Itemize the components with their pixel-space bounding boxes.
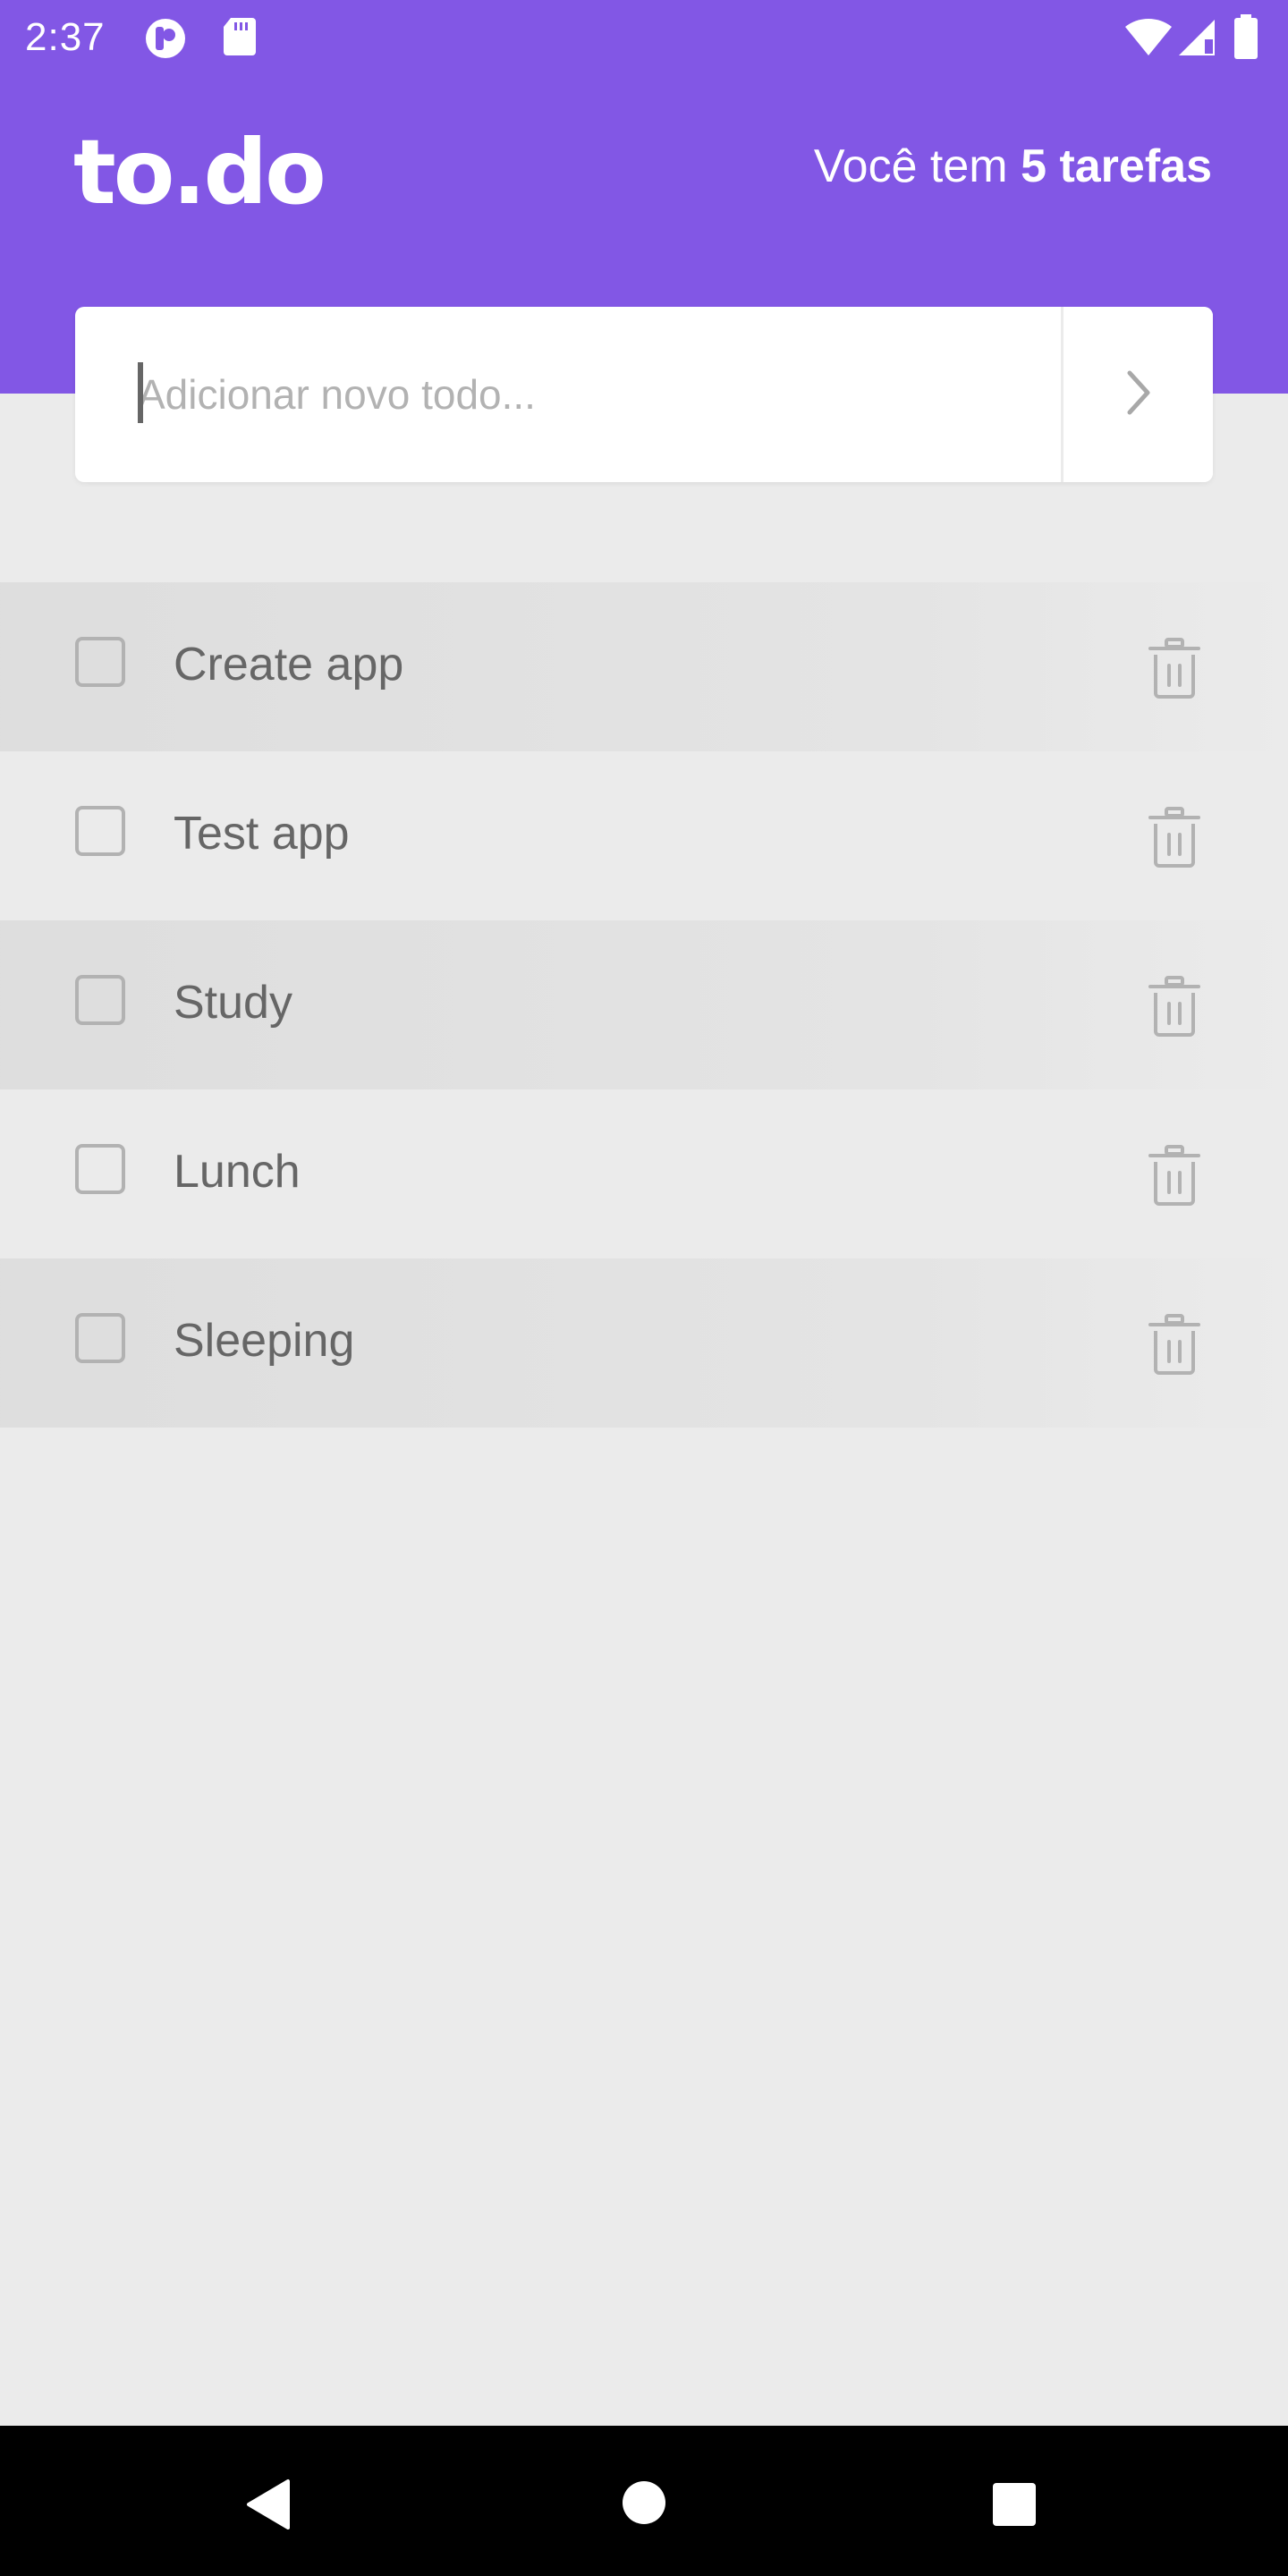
recents-icon[interactable]	[991, 2481, 1038, 2532]
trash-icon[interactable]	[1147, 1144, 1202, 1207]
submit-todo-button[interactable]	[1061, 307, 1213, 482]
cellular-signal-icon	[1175, 16, 1218, 62]
trash-icon[interactable]	[1147, 637, 1202, 699]
task-checkbox[interactable]	[75, 1144, 125, 1194]
app-logo: to.do	[73, 120, 326, 225]
trash-icon[interactable]	[1147, 1313, 1202, 1376]
task-label[interactable]: Sleeping	[174, 1312, 354, 1369]
task-label[interactable]: Create app	[174, 636, 403, 693]
task-label[interactable]: Study	[174, 974, 292, 1031]
new-todo-input[interactable]	[138, 341, 1032, 448]
trash-icon[interactable]	[1147, 975, 1202, 1038]
task-counter: Você tem 5 tarefas	[814, 138, 1212, 195]
task-checkbox[interactable]	[75, 1313, 125, 1363]
back-icon[interactable]	[243, 2478, 293, 2536]
task-list: Create app Test app Study Lunch Sleeping	[0, 582, 1288, 1428]
task-checkbox[interactable]	[75, 637, 125, 687]
status-bar: 2:37	[0, 0, 1288, 75]
task-item: Lunch	[0, 1089, 1288, 1258]
task-item: Create app	[0, 582, 1288, 751]
wifi-icon	[1123, 16, 1174, 62]
home-icon[interactable]	[621, 2479, 667, 2530]
chevron-right-icon	[1121, 366, 1157, 424]
system-nav-bar	[0, 2426, 1288, 2576]
new-todo-form	[75, 307, 1213, 482]
task-label[interactable]: Lunch	[174, 1143, 301, 1200]
sd-card-icon	[222, 16, 258, 62]
battery-icon	[1233, 14, 1259, 65]
trash-icon[interactable]	[1147, 806, 1202, 869]
task-item: Test app	[0, 751, 1288, 920]
task-label[interactable]: Test app	[174, 805, 350, 862]
text-caret	[138, 362, 143, 423]
counter-value: 5 tarefas	[1021, 140, 1212, 192]
task-item: Sleeping	[0, 1258, 1288, 1428]
task-checkbox[interactable]	[75, 806, 125, 856]
status-time: 2:37	[25, 15, 106, 59]
task-checkbox[interactable]	[75, 975, 125, 1025]
task-item: Study	[0, 920, 1288, 1089]
counter-prefix: Você tem	[813, 140, 1008, 192]
notification-app-icon	[143, 16, 188, 65]
